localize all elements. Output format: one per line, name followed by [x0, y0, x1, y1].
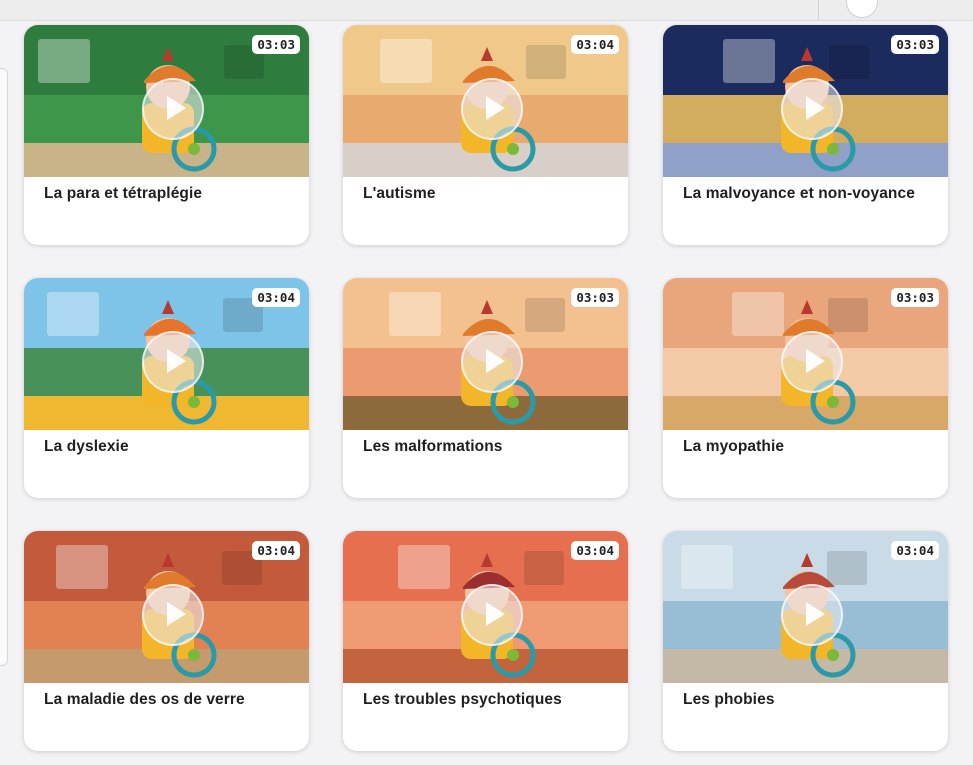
play-icon[interactable]: [781, 584, 843, 646]
video-card[interactable]: 03:04 La dyslexie: [24, 278, 309, 498]
video-title[interactable]: La dyslexie: [44, 438, 294, 456]
play-icon[interactable]: [781, 78, 843, 140]
video-card[interactable]: 03:04 L'autisme: [343, 25, 628, 245]
play-icon[interactable]: [142, 78, 204, 140]
video-thumbnail[interactable]: 03:03: [663, 278, 948, 430]
video-title[interactable]: Les phobies: [683, 691, 933, 709]
video-title[interactable]: La malvoyance et non-voyance: [683, 185, 933, 203]
play-icon[interactable]: [461, 584, 523, 646]
video-card[interactable]: 03:04 La maladie des os de verre: [24, 531, 309, 751]
duration-badge: 03:03: [252, 35, 300, 54]
play-icon[interactable]: [142, 584, 204, 646]
collapsed-sidebar-edge[interactable]: [0, 68, 8, 666]
video-thumbnail[interactable]: 03:03: [663, 25, 948, 177]
duration-badge: 03:03: [891, 35, 939, 54]
top-bar-divider: [818, 0, 819, 20]
video-title[interactable]: L'autisme: [363, 185, 613, 203]
play-icon[interactable]: [461, 78, 523, 140]
video-card[interactable]: 03:04 Les troubles psychotiques: [343, 531, 628, 751]
duration-badge: 03:04: [571, 541, 619, 560]
video-title[interactable]: Les malformations: [363, 438, 613, 456]
duration-badge: 03:04: [891, 541, 939, 560]
video-thumbnail[interactable]: 03:04: [24, 531, 309, 683]
duration-badge: 03:04: [571, 35, 619, 54]
video-card[interactable]: 03:03 La malvoyance et non-voyance: [663, 25, 948, 245]
duration-badge: 03:03: [571, 288, 619, 307]
duration-badge: 03:04: [252, 288, 300, 307]
video-card[interactable]: 03:03 La para et tétraplégie: [24, 25, 309, 245]
video-title[interactable]: La maladie des os de verre: [44, 691, 294, 709]
video-thumbnail[interactable]: 03:03: [343, 278, 628, 430]
video-title[interactable]: La para et tétraplégie: [44, 185, 294, 203]
video-thumbnail[interactable]: 03:04: [24, 278, 309, 430]
video-title[interactable]: Les troubles psychotiques: [363, 691, 613, 709]
video-thumbnail[interactable]: 03:04: [343, 25, 628, 177]
video-thumbnail[interactable]: 03:04: [663, 531, 948, 683]
play-icon[interactable]: [142, 331, 204, 393]
video-thumbnail[interactable]: 03:04: [343, 531, 628, 683]
play-icon[interactable]: [781, 331, 843, 393]
video-thumbnail[interactable]: 03:03: [24, 25, 309, 177]
play-icon[interactable]: [461, 331, 523, 393]
profile-button[interactable]: [846, 0, 878, 18]
video-card[interactable]: 03:04 Les phobies: [663, 531, 948, 751]
top-bar: [0, 0, 973, 21]
duration-badge: 03:03: [891, 288, 939, 307]
video-title[interactable]: La myopathie: [683, 438, 933, 456]
duration-badge: 03:04: [252, 541, 300, 560]
video-card[interactable]: 03:03 Les malformations: [343, 278, 628, 498]
video-card[interactable]: 03:03 La myopathie: [663, 278, 948, 498]
